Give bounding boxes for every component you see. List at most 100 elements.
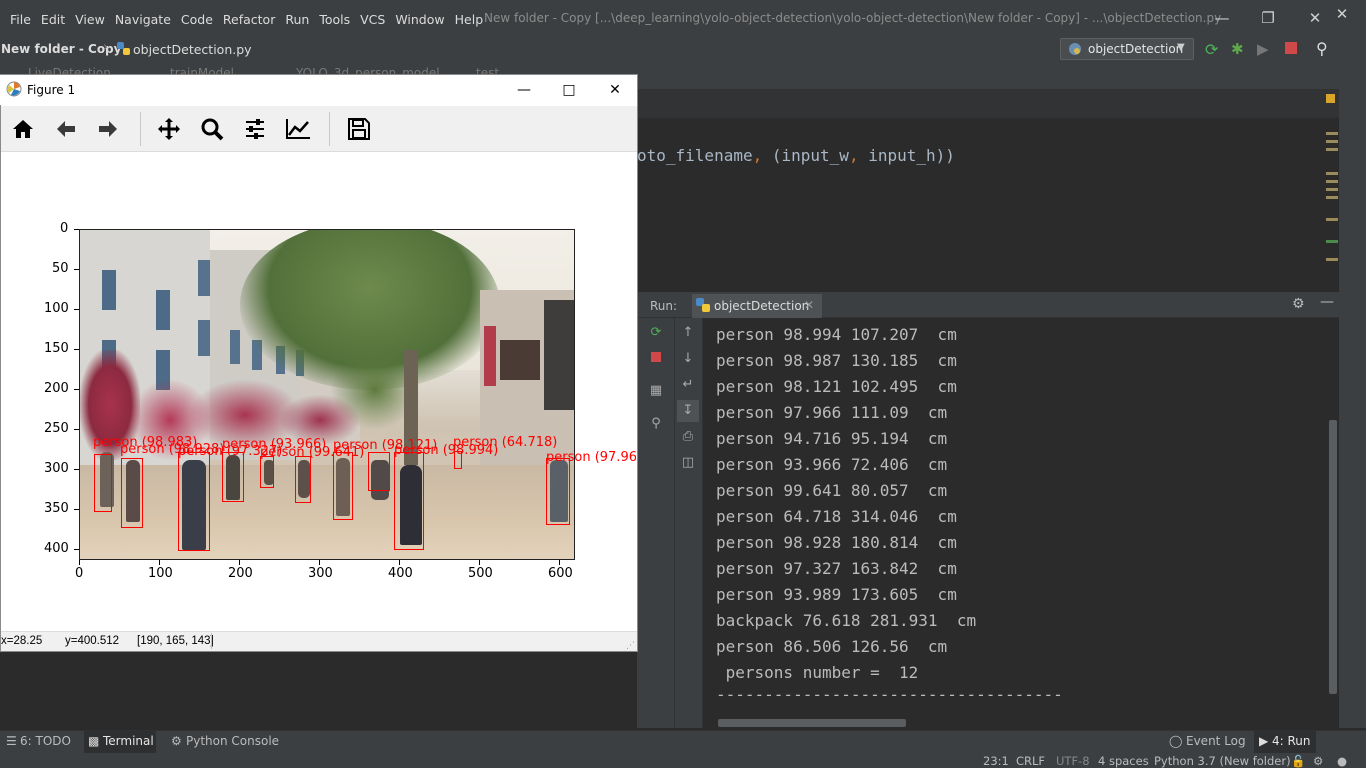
menu-tools[interactable]: Tools bbox=[319, 12, 350, 27]
detection-box bbox=[333, 452, 353, 520]
menu-code[interactable]: Code bbox=[181, 12, 213, 27]
gear-icon[interactable]: ⚙ bbox=[1292, 296, 1305, 312]
search-icon[interactable]: ⚲ bbox=[1316, 39, 1328, 58]
rerun-icon[interactable]: ⟳ bbox=[1205, 40, 1218, 59]
x-tick-label: 600 bbox=[548, 566, 573, 581]
minimize-icon[interactable]: — bbox=[1320, 294, 1334, 310]
close-icon[interactable]: ✕ bbox=[1305, 8, 1325, 28]
detection-box bbox=[260, 456, 274, 488]
soft-wrap-icon[interactable]: ↵ bbox=[677, 374, 699, 396]
cursor-x-readout: x=28.25 bbox=[1, 635, 43, 647]
inspector-icon[interactable]: ⚙ bbox=[1313, 754, 1323, 768]
pin-icon[interactable]: ⚲ bbox=[645, 413, 667, 435]
console-line: person 93.966 72.406 cm bbox=[716, 455, 948, 474]
figure-titlebar[interactable] bbox=[0, 75, 637, 105]
code-line[interactable]: oto_filename, (input_w, input_h)) bbox=[637, 146, 955, 165]
minimize-icon[interactable]: — bbox=[1212, 8, 1232, 28]
resize-grip-icon[interactable]: ⋰ bbox=[626, 641, 635, 651]
chevron-right-icon: › bbox=[103, 40, 109, 55]
horizontal-scrollbar[interactable] bbox=[718, 719, 906, 727]
run-toolbar-left: ⟳ ▦ ⚲ bbox=[637, 318, 675, 728]
menu-navigate[interactable]: Navigate bbox=[115, 12, 171, 27]
stop-icon[interactable] bbox=[645, 348, 667, 370]
menu-view[interactable]: View bbox=[75, 12, 105, 27]
run-tool-label: 4: Run bbox=[1272, 734, 1311, 748]
console-line: persons number = 12 bbox=[716, 663, 919, 682]
menu-window[interactable]: Window bbox=[395, 12, 444, 27]
x-tick-label: 200 bbox=[228, 566, 253, 581]
debug-icon[interactable]: ✱ bbox=[1231, 40, 1244, 58]
console-line: person 93.989 173.605 cm bbox=[716, 585, 957, 604]
y-tick-label: 400 bbox=[44, 541, 69, 556]
back-icon[interactable] bbox=[49, 112, 83, 146]
y-tick-label: 350 bbox=[44, 501, 69, 516]
configure-subplots-icon[interactable] bbox=[238, 112, 272, 146]
detection-box bbox=[178, 452, 210, 551]
detection-label: person (64.718) bbox=[453, 435, 558, 450]
console-line: person 99.641 80.057 cm bbox=[716, 481, 948, 500]
print-icon[interactable]: ⎙ bbox=[677, 426, 699, 448]
python-icon bbox=[696, 298, 710, 312]
console-line: ------------------------------------ bbox=[716, 685, 1063, 704]
close-icon[interactable]: ✕ bbox=[603, 79, 627, 101]
detection-box bbox=[368, 452, 390, 491]
event-log-button[interactable]: Event Log bbox=[1186, 734, 1246, 748]
y-tick-label: 0 bbox=[60, 221, 69, 236]
zoom-icon[interactable] bbox=[195, 112, 229, 146]
console-line: person 64.718 314.046 cm bbox=[716, 507, 957, 526]
python-console-button[interactable]: Python Console bbox=[186, 734, 279, 748]
detection-box bbox=[394, 452, 424, 550]
edit-axis-icon[interactable] bbox=[281, 112, 315, 146]
trash-icon[interactable]: ◫ bbox=[677, 452, 699, 474]
scroll-to-end-icon[interactable]: ↧ bbox=[677, 400, 699, 422]
terminal-icon: ▩ bbox=[88, 734, 100, 748]
run-configuration-label: objectDetection bbox=[1088, 42, 1184, 56]
detection-image[interactable] bbox=[79, 229, 575, 560]
stop-icon[interactable] bbox=[1285, 42, 1297, 54]
console-line: backpack 76.618 281.931 cm bbox=[716, 611, 977, 630]
todo-tool-button[interactable]: 6: TODO bbox=[20, 734, 71, 748]
console-line: person 97.327 163.842 cm bbox=[716, 559, 957, 578]
console-line: person 98.994 107.207 cm bbox=[716, 325, 957, 344]
caret-position[interactable]: 23:1 bbox=[983, 754, 1009, 768]
file-encoding[interactable]: UTF-8 bbox=[1056, 754, 1090, 768]
coverage-icon[interactable]: ▶ bbox=[1257, 40, 1269, 58]
detection-box bbox=[94, 454, 112, 512]
save-icon[interactable] bbox=[342, 112, 376, 146]
arrow-down-icon[interactable]: ↓ bbox=[677, 348, 699, 370]
console-line: person 98.987 130.185 cm bbox=[716, 351, 957, 370]
run-tab-label: objectDetection bbox=[714, 299, 810, 313]
close-icon[interactable]: ✕ bbox=[1332, 4, 1352, 24]
arrow-up-icon[interactable]: ↑ bbox=[677, 322, 699, 344]
close-icon[interactable]: ✕ bbox=[804, 298, 814, 312]
notifications-icon[interactable]: ● bbox=[1337, 754, 1347, 768]
menu-vcs[interactable]: VCS bbox=[360, 12, 385, 27]
console-line: person 86.506 126.56 cm bbox=[716, 637, 948, 656]
console-line: person 98.121 102.495 cm bbox=[716, 377, 957, 396]
menu-file[interactable]: File bbox=[10, 12, 31, 27]
home-icon[interactable] bbox=[6, 112, 40, 146]
pan-icon[interactable] bbox=[152, 112, 186, 146]
detection-box bbox=[546, 458, 570, 525]
figure-title: Figure 1 bbox=[27, 83, 76, 97]
layout-icon[interactable]: ▦ bbox=[645, 380, 667, 402]
y-tick-label: 300 bbox=[44, 461, 69, 476]
forward-icon[interactable] bbox=[91, 112, 125, 146]
restore-icon[interactable]: ❐ bbox=[1258, 8, 1278, 28]
matplotlib-logo-icon bbox=[6, 81, 22, 97]
python-interpreter[interactable]: Python 3.7 (New folder) bbox=[1154, 754, 1291, 768]
minimize-icon[interactable]: — bbox=[512, 79, 536, 101]
menu-run[interactable]: Run bbox=[285, 12, 309, 27]
vertical-scrollbar[interactable] bbox=[1329, 420, 1337, 694]
menu-refactor[interactable]: Refactor bbox=[223, 12, 275, 27]
maximize-icon[interactable]: □ bbox=[557, 79, 581, 101]
lock-icon[interactable]: 🔓 bbox=[1291, 754, 1305, 768]
line-separator[interactable]: CRLF bbox=[1016, 754, 1045, 768]
menu-edit[interactable]: Edit bbox=[41, 12, 65, 27]
rerun-icon[interactable]: ⟳ bbox=[645, 322, 667, 344]
menu-help[interactable]: Help bbox=[455, 12, 484, 27]
breadcrumb-file[interactable]: objectDetection.py bbox=[133, 42, 252, 57]
console-line: person 98.928 180.814 cm bbox=[716, 533, 957, 552]
indent-setting[interactable]: 4 spaces bbox=[1098, 754, 1149, 768]
editor-error-stripe[interactable] bbox=[1322, 90, 1340, 268]
